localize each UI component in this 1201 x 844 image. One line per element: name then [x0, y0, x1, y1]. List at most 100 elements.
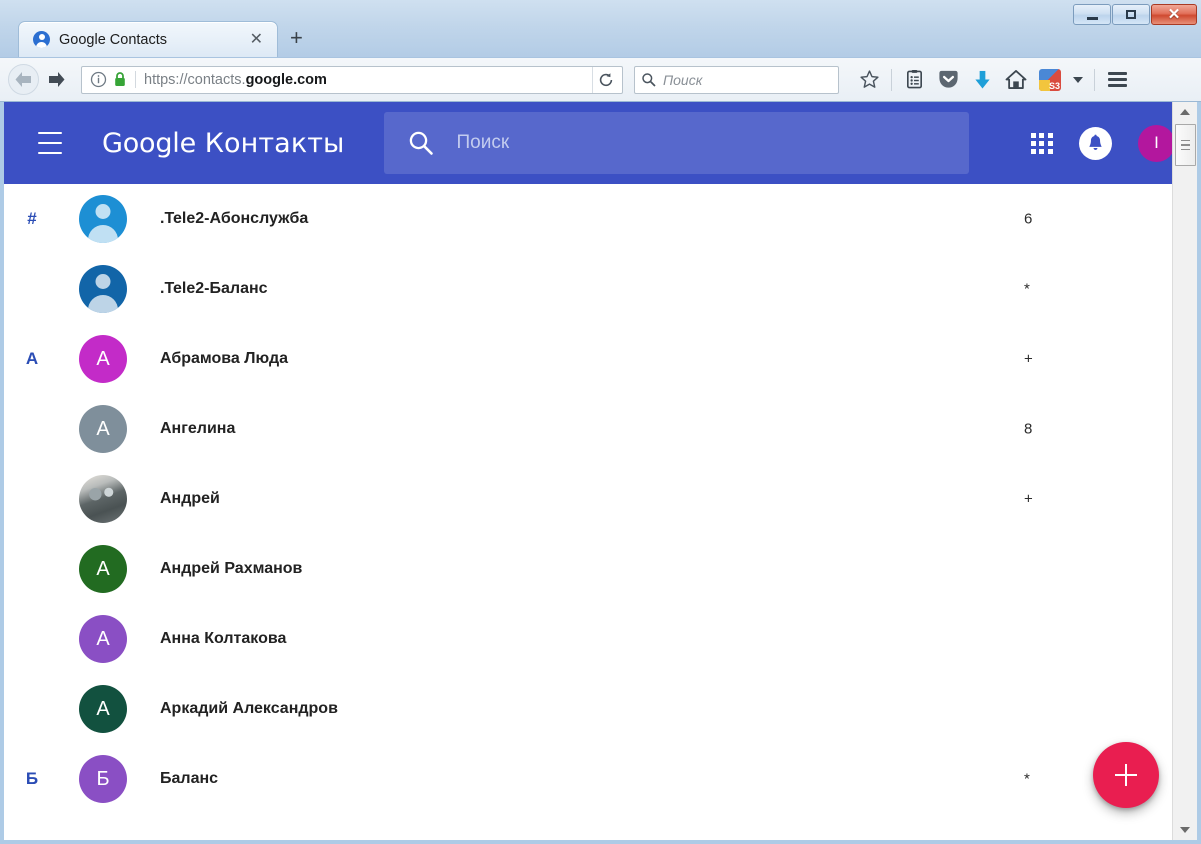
minimize-button[interactable] — [1073, 4, 1111, 25]
app-search-placeholder: Поиск — [456, 132, 510, 153]
page-scrollbar[interactable] — [1172, 102, 1197, 840]
section-letter: Б — [25, 769, 39, 788]
forward-button[interactable] — [41, 65, 71, 95]
star-icon — [859, 70, 879, 88]
app-search-box[interactable]: Поиск — [384, 112, 970, 174]
window-controls: ✕ — [1073, 4, 1197, 25]
contact-name: .Tele2-Абонслужба — [160, 210, 309, 227]
contacts-list: # .Tele2-Абонслужба 6 .Tele2-Баланс * А А Абрам… — [4, 184, 1197, 840]
browser-search-box[interactable]: Поиск — [634, 65, 839, 94]
contact-phone-fragment: 6 — [1024, 210, 1033, 228]
minimize-icon — [1086, 16, 1098, 20]
extension-icon — [1039, 68, 1061, 91]
contact-name: Аркадий Александров — [160, 700, 338, 717]
chevron-up-icon — [1180, 109, 1190, 115]
contact-phone-fragment: 8 — [1024, 420, 1033, 438]
contact-row[interactable]: А А Абрамова Люда + — [4, 324, 1197, 394]
contact-phone-fragment: + — [1024, 490, 1033, 508]
contact-row[interactable]: А Ангелина 8 — [4, 394, 1197, 464]
avatar — [79, 195, 127, 243]
contact-name: Ангелина — [160, 420, 236, 437]
info-circle-icon[interactable] — [90, 71, 107, 88]
brand-google: Google — [102, 127, 197, 159]
contact-row[interactable]: Андрей + — [4, 464, 1197, 534]
app-header-bar: Google Контакты Поиск I — [4, 102, 1197, 184]
home-button[interactable] — [1000, 64, 1032, 96]
library-button[interactable] — [898, 64, 930, 96]
tab-strip: Google Contacts ✕ + — [18, 21, 315, 57]
url-text: https://contacts.google.com — [144, 72, 586, 88]
maximize-icon — [1126, 10, 1136, 19]
library-icon — [906, 69, 922, 89]
extension-button[interactable] — [1034, 64, 1066, 96]
avatar — [79, 475, 127, 523]
contact-phone-fragment: * — [1024, 770, 1030, 788]
avatar-initial: А — [96, 697, 110, 720]
browser-window: ✕ Google Contacts ✕ + https://contacts.g… — [0, 0, 1201, 844]
browser-tab[interactable]: Google Contacts ✕ — [18, 21, 278, 57]
close-icon[interactable]: ✕ — [246, 31, 267, 48]
url-domain: google.com — [245, 71, 327, 88]
contact-phone-fragment: + — [1024, 350, 1033, 368]
overflow-button[interactable] — [1068, 64, 1088, 96]
reload-icon — [599, 72, 612, 86]
back-arrow-icon — [15, 72, 31, 87]
address-bar[interactable]: https://contacts.google.com — [81, 65, 623, 94]
avatar-initial: А — [96, 557, 110, 580]
green-padlock-icon[interactable] — [113, 71, 127, 88]
contact-row[interactable]: А Аркадий Александров — [4, 674, 1197, 744]
contact-name: Баланс — [160, 770, 219, 787]
chevron-down-icon — [1180, 827, 1190, 833]
toolbar-divider — [1094, 68, 1095, 91]
section-letter: А — [25, 349, 39, 368]
avatar: А — [79, 545, 127, 593]
page-viewport: Google Контакты Поиск I # .Tele2-Абонслу… — [0, 102, 1201, 844]
contact-row[interactable]: Б Б Баланс * — [4, 744, 1197, 814]
contact-name: Абрамова Люда — [160, 350, 288, 367]
back-button[interactable] — [8, 64, 39, 95]
scroll-up-button[interactable] — [1173, 102, 1197, 122]
navigation-toolbar: https://contacts.google.com Поиск — [0, 58, 1201, 102]
notifications-button[interactable] — [1079, 126, 1112, 160]
title-bar: ✕ Google Contacts ✕ + — [0, 0, 1201, 58]
star-button[interactable] — [853, 64, 885, 96]
avatar-initial: А — [96, 417, 110, 440]
avatar-initial: А — [96, 347, 110, 370]
search-icon — [642, 73, 656, 87]
toolbar-divider — [891, 68, 892, 91]
menu-hamburger-icon — [1107, 69, 1127, 90]
section-letter: # — [27, 209, 37, 228]
url-divider — [135, 71, 136, 88]
contact-row[interactable]: А Анна Колтакова — [4, 604, 1197, 674]
reload-button[interactable] — [592, 66, 618, 93]
contact-row[interactable]: # .Tele2-Абонслужба 6 — [4, 184, 1197, 254]
scroll-down-button[interactable] — [1173, 820, 1197, 840]
pocket-button[interactable] — [932, 64, 964, 96]
search-icon — [410, 131, 434, 155]
toolbar-icon-group — [853, 64, 1133, 96]
url-prefix: https://contacts. — [144, 71, 246, 88]
app-brand[interactable]: Google Контакты — [102, 128, 344, 159]
new-tab-button[interactable]: + — [278, 27, 315, 57]
avatar: А — [79, 615, 127, 663]
contact-row[interactable]: .Tele2-Баланс * — [4, 254, 1197, 324]
account-avatar[interactable]: I — [1138, 124, 1175, 162]
avatar-initial: Б — [96, 767, 110, 790]
browser-search-placeholder: Поиск — [663, 71, 703, 88]
avatar: Б — [79, 755, 127, 803]
maximize-button[interactable] — [1112, 4, 1150, 25]
downloads-icon — [974, 70, 990, 89]
apps-grid-icon[interactable] — [1031, 132, 1053, 154]
bell-icon — [1089, 134, 1102, 150]
add-contact-button[interactable]: + — [1093, 742, 1159, 808]
avatar-initial: А — [96, 627, 110, 650]
app-menu-button[interactable] — [38, 123, 78, 163]
browser-menu-button[interactable] — [1101, 64, 1133, 96]
contact-row[interactable]: А Андрей Рахманов — [4, 534, 1197, 604]
pocket-icon — [938, 70, 958, 88]
downloads-button[interactable] — [966, 64, 998, 96]
chevron-down-icon — [1073, 76, 1083, 83]
avatar: А — [79, 405, 127, 453]
scrollbar-thumb[interactable] — [1175, 124, 1196, 166]
close-window-button[interactable]: ✕ — [1151, 4, 1197, 25]
